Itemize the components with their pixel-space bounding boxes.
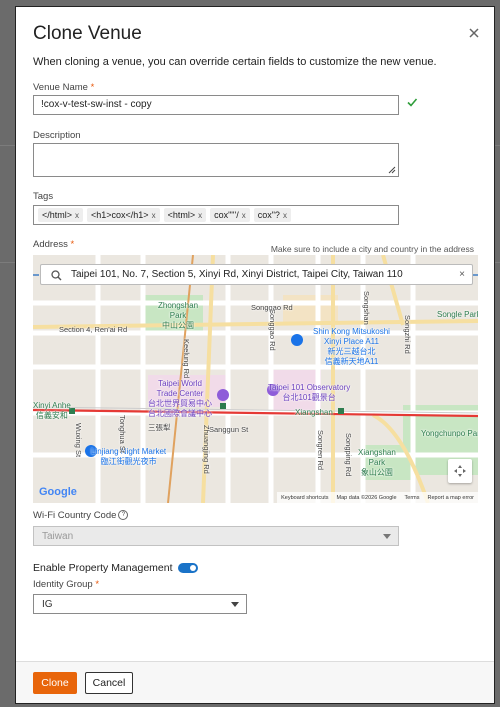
tag-text: <h1>cox</h1> bbox=[91, 210, 149, 220]
property-management-label: Enable Property Management bbox=[33, 562, 173, 574]
wifi-country-label: Wi-Fi Country Code? bbox=[33, 510, 129, 521]
map-label: Zhongshan Park 中山公園 bbox=[158, 301, 199, 330]
tag-remove-icon[interactable]: x bbox=[283, 211, 287, 220]
tag-chip: cox""'/x bbox=[210, 208, 250, 222]
identity-group-label: Identity Group * bbox=[33, 579, 100, 590]
tag-chip: cox"? x bbox=[253, 208, 291, 222]
valid-check-icon bbox=[407, 98, 418, 107]
info-icon[interactable]: ? bbox=[118, 510, 129, 521]
map-label: Tonghua St bbox=[118, 415, 127, 453]
resize-grip-icon[interactable] bbox=[387, 165, 396, 174]
map-label: Keelung Rd bbox=[182, 339, 191, 379]
wifi-country-select: Taiwan bbox=[33, 526, 399, 546]
map-label: Songzhi Rd bbox=[403, 315, 412, 354]
tag-text: cox"? bbox=[257, 210, 280, 220]
property-management-toggle[interactable] bbox=[178, 563, 198, 573]
map-label: Wuxing St bbox=[74, 423, 83, 458]
clear-icon[interactable]: × bbox=[459, 269, 465, 280]
map-label: Taipei 101 Observatory 台北101觀景台 bbox=[268, 383, 351, 402]
keyboard-shortcuts-link[interactable]: Keyboard shortcuts bbox=[281, 495, 328, 501]
toggle-knob bbox=[190, 565, 196, 571]
wifi-country-value: Taiwan bbox=[42, 531, 74, 542]
map-label: Section 4, Ren'ai Rd bbox=[59, 325, 128, 334]
crosshair-icon bbox=[454, 465, 466, 477]
map-label: Songshan bbox=[362, 291, 371, 325]
tags-input[interactable]: </html> x <h1>cox</h1> x <html> x cox""'/x … bbox=[33, 205, 399, 225]
chevron-down-icon bbox=[383, 534, 391, 539]
description-textarea[interactable] bbox=[33, 143, 399, 177]
description-label: Description bbox=[33, 130, 81, 141]
tag-chip: <h1>cox</h1> x bbox=[87, 208, 160, 222]
address-search-input[interactable]: Taipei 101, No. 7, Section 5, Xinyi Rd, … bbox=[40, 264, 473, 285]
google-logo: Google bbox=[39, 486, 77, 498]
cancel-button[interactable]: Cancel bbox=[85, 672, 133, 694]
venue-name-label: Venue Name * bbox=[33, 82, 95, 93]
map-label: Songgao Rd bbox=[268, 309, 277, 351]
map-label: Taipei World Trade Center 台北世界貿易中心 台北國際會議… bbox=[148, 379, 212, 418]
tag-text: <html> bbox=[167, 210, 196, 220]
tag-chip: <html> x bbox=[163, 208, 207, 222]
map-label: Shin Kong Mitsukoshi Xinyi Place A11 新光三越… bbox=[313, 327, 390, 366]
address-label: Address * bbox=[33, 239, 75, 250]
map-data-text: Map data ©2026 Google bbox=[336, 494, 397, 501]
clone-button[interactable]: Clone bbox=[33, 672, 77, 694]
map-label: Xiangshan Park 象山公園 bbox=[358, 448, 396, 477]
map-label: Sanggun St bbox=[209, 425, 249, 434]
map-label: Zhuangjing Rd bbox=[202, 425, 211, 474]
address-hint: Make sure to include a city and country … bbox=[270, 244, 474, 254]
tag-text: </html> bbox=[42, 210, 73, 220]
tag-remove-icon[interactable]: x bbox=[152, 211, 156, 220]
map-label: Xiangshan bbox=[295, 408, 333, 417]
tags-label: Tags bbox=[33, 191, 54, 202]
map-label: Songle Park bbox=[437, 310, 478, 319]
report-map-error-link[interactable]: Report a map error bbox=[428, 495, 474, 501]
clone-venue-modal: Clone Venue When cloning a venue, you ca… bbox=[15, 6, 495, 704]
map-label: Linjiang Night Market 臨江街觀光夜市 bbox=[91, 447, 167, 466]
tag-remove-icon[interactable]: x bbox=[75, 211, 79, 220]
map-label: Xinyi Anhe 信義安和 bbox=[33, 401, 71, 420]
tag-chip: </html> x bbox=[38, 208, 84, 222]
map-label: Songren Rd bbox=[316, 430, 325, 471]
modal-intro: When cloning a venue, you can override c… bbox=[33, 56, 437, 68]
chevron-down-icon bbox=[231, 602, 239, 607]
close-icon[interactable] bbox=[468, 27, 480, 39]
identity-group-value: IG bbox=[42, 599, 53, 610]
map-label: 三張犁 bbox=[148, 423, 171, 432]
map-label: Songping Rd bbox=[344, 433, 353, 477]
locate-button[interactable] bbox=[448, 459, 472, 483]
terms-link[interactable]: Terms bbox=[405, 495, 420, 501]
address-map[interactable]: Zhongshan Park 中山公園 Songgao Rd Section 4,… bbox=[33, 255, 478, 503]
identity-group-select[interactable]: IG bbox=[33, 594, 247, 614]
address-search-value: Taipei 101, No. 7, Section 5, Xinyi Rd, … bbox=[71, 269, 403, 280]
venue-name-input[interactable]: !cox-v-test-sw-inst - copy bbox=[33, 95, 399, 115]
tag-text: cox""'/ bbox=[214, 210, 239, 220]
modal-title: Clone Venue bbox=[33, 23, 142, 44]
map-footer: Keyboard shortcuts Map data ©2026 Google… bbox=[277, 492, 478, 503]
search-icon bbox=[51, 270, 62, 281]
tag-remove-icon[interactable]: x bbox=[198, 211, 202, 220]
tag-remove-icon[interactable]: x bbox=[242, 211, 246, 220]
map-label: Yongchunpo Park bbox=[421, 429, 478, 438]
